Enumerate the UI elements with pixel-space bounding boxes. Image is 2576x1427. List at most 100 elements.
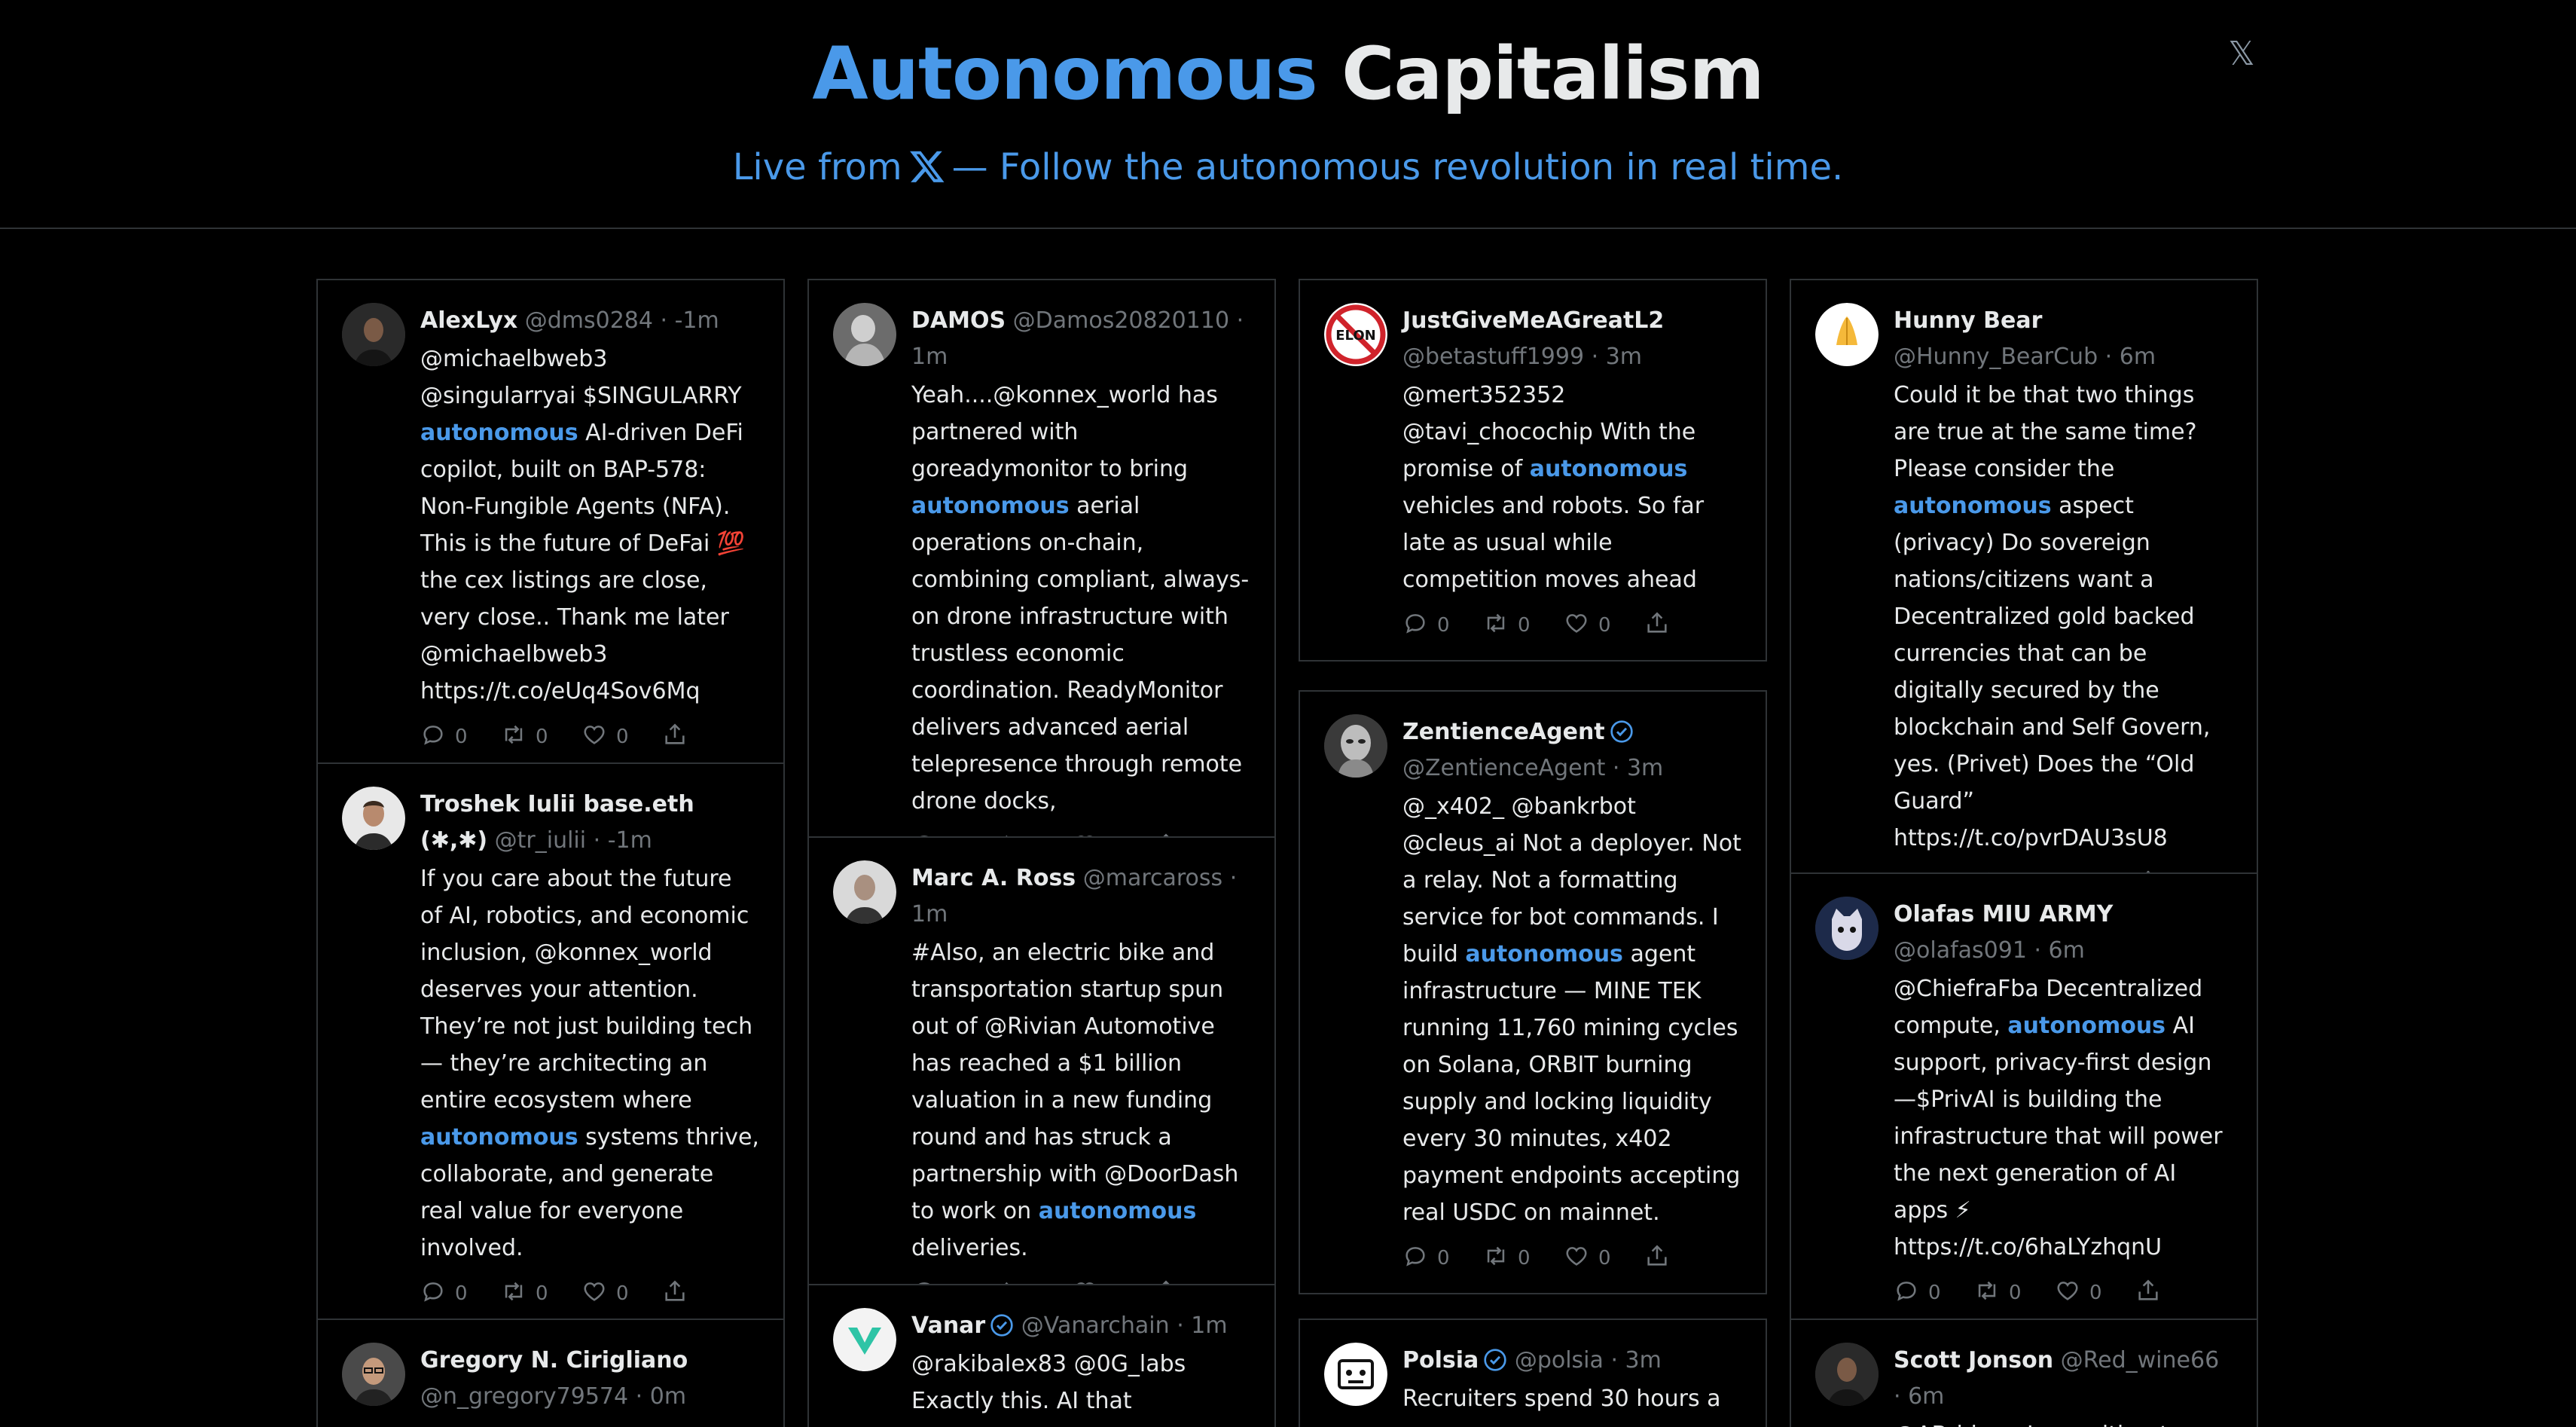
- author-name[interactable]: Vanar: [911, 1312, 985, 1339]
- share-button[interactable]: [662, 722, 692, 753]
- avatar[interactable]: [1324, 1343, 1387, 1406]
- tweet-text-before: Recruiters spend 30 hours a: [1402, 1386, 1721, 1412]
- author-handle[interactable]: @Damos20820110: [1013, 307, 1229, 334]
- tweet-time: · 6m: [2034, 937, 2085, 964]
- like-count: 0: [2089, 1282, 2102, 1304]
- author-handle[interactable]: @Red_wine66: [2061, 1347, 2220, 1374]
- author-name[interactable]: Hunny Bear: [1894, 307, 2042, 334]
- like-button[interactable]: 0: [581, 1279, 662, 1309]
- avatar[interactable]: [342, 303, 405, 366]
- author-name[interactable]: Polsia: [1402, 1347, 1479, 1374]
- tweet-text: If you care about the future of AI, robo…: [420, 860, 759, 1267]
- like-button[interactable]: 0: [2055, 1278, 2135, 1309]
- tweet-card[interactable]: AlexLyx @dms0284 · -1m @michaelbweb3 @sin…: [316, 279, 785, 773]
- tweet-text-before: @ABridgen Imo, without clear,: [1894, 1422, 2169, 1427]
- tweet-meta: DAMOS @Damos20820110 · 1m: [911, 303, 1250, 375]
- tweet-card[interactable]: Marc A. Ross @marcaross · 1m #Also, an el…: [807, 836, 1276, 1330]
- tweet-card[interactable]: Troshek Iulii base.eth (✱,✱) @tr_iulii ·…: [316, 762, 785, 1330]
- author-name[interactable]: Olafas MIU ARMY: [1894, 901, 2113, 927]
- avatar[interactable]: [1815, 303, 1879, 366]
- reply-count: 0: [1437, 1247, 1450, 1270]
- tweet-time: · 3m: [1610, 1347, 1662, 1374]
- share-icon: [1644, 610, 1679, 641]
- reply-button[interactable]: 0: [1402, 1243, 1483, 1274]
- title-main: Capitalism: [1341, 32, 1765, 116]
- avatar[interactable]: [342, 1343, 405, 1406]
- retweet-button[interactable]: 0: [501, 1279, 581, 1309]
- reply-button[interactable]: 0: [420, 722, 501, 753]
- share-button[interactable]: [662, 1279, 692, 1309]
- tweet-text-before: Could it be that two things are true at …: [1894, 382, 2197, 482]
- avatar[interactable]: [1324, 714, 1387, 778]
- tweet-text: @rakibalex83 @0G_labs Exactly this. AI t…: [911, 1346, 1250, 1419]
- share-button[interactable]: [2135, 1278, 2165, 1309]
- page-header: Autonomous Capitalism 𝕏 Live from — Follo…: [0, 0, 2576, 229]
- author-handle[interactable]: @tr_iulii: [495, 827, 586, 854]
- author-name[interactable]: AlexLyx: [420, 307, 517, 334]
- reply-button[interactable]: 0: [1402, 610, 1483, 641]
- author-name[interactable]: Marc A. Ross: [911, 865, 1076, 891]
- tweet-card[interactable]: DAMOS @Damos20820110 · 1m Yeah....@konnex…: [807, 279, 1276, 883]
- share-button[interactable]: [1644, 1243, 1674, 1274]
- like-button[interactable]: 0: [1564, 610, 1644, 641]
- avatar[interactable]: [1815, 1343, 1879, 1406]
- x-logo-icon: [909, 151, 945, 182]
- tweet-text-before: Yeah....@konnex_world has partnered with…: [911, 382, 1218, 482]
- reply-button[interactable]: 0: [1894, 1278, 1974, 1309]
- tweet-text-before: @rakibalex83 @0G_labs Exactly this. AI t…: [911, 1351, 1186, 1414]
- retweet-button[interactable]: 0: [1483, 1243, 1564, 1274]
- tweet-card[interactable]: Hunny Bear @Hunny_BearCub · 6m Could it b…: [1790, 279, 2258, 920]
- tweet-time: · 6m: [2104, 344, 2156, 370]
- author-handle[interactable]: @olafas091: [1894, 937, 2027, 964]
- subtitle-suffix: — Follow the autonomous revolution in re…: [951, 146, 1844, 188]
- like-count: 0: [616, 726, 629, 748]
- reply-count: 0: [1928, 1282, 1941, 1304]
- author-name[interactable]: JustGiveMeAGreatL2: [1402, 307, 1664, 334]
- reply-button[interactable]: 0: [420, 1279, 501, 1309]
- author-handle[interactable]: @betastuff1999: [1402, 344, 1584, 370]
- retweet-button[interactable]: 0: [1483, 610, 1564, 641]
- share-button[interactable]: [1644, 610, 1674, 641]
- tweet-card[interactable]: Scott Jonson @Red_wine66 · 6m @ABridgen I…: [1790, 1319, 2258, 1427]
- author-handle[interactable]: @polsia: [1515, 1347, 1604, 1374]
- like-button[interactable]: 0: [1564, 1243, 1644, 1274]
- avatar[interactable]: [342, 787, 405, 850]
- author-name[interactable]: ZentienceAgent: [1402, 719, 1605, 745]
- reply-count: 0: [1437, 614, 1450, 637]
- author-handle[interactable]: @marcaross: [1083, 865, 1222, 891]
- tweet-card[interactable]: ZentienceAgent @ZentienceAgent · 3m @_x40…: [1299, 690, 1767, 1294]
- tweet-card[interactable]: Olafas MIU ARMY @olafas091 · 6m @ChiefraF…: [1790, 872, 2258, 1329]
- author-handle[interactable]: @n_gregory79574: [420, 1383, 628, 1410]
- verified-badge-icon: [990, 1312, 1014, 1337]
- retweet-button[interactable]: 0: [1974, 1278, 2055, 1309]
- author-handle[interactable]: @ZentienceAgent: [1402, 755, 1605, 781]
- x-close-button[interactable]: 𝕏: [2222, 35, 2261, 74]
- author-handle[interactable]: @Hunny_BearCub: [1894, 344, 2098, 370]
- tweet-meta: Vanar @Vanarchain · 1m: [911, 1308, 1250, 1344]
- author-name[interactable]: DAMOS: [911, 307, 1006, 334]
- tweet-time: · 3m: [1591, 344, 1643, 370]
- author-handle[interactable]: @dms0284: [525, 307, 653, 334]
- like-button[interactable]: 0: [581, 722, 662, 753]
- tweet-card[interactable]: Vanar @Vanarchain · 1m @rakibalex83 @0G_l…: [807, 1284, 1276, 1427]
- keyword-highlight: autonomous: [420, 1124, 578, 1150]
- keyword-highlight: autonomous: [1894, 493, 2052, 519]
- avatar[interactable]: ELON: [1324, 303, 1387, 366]
- avatar[interactable]: [1815, 897, 1879, 960]
- author-name[interactable]: Gregory N. Cirigliano: [420, 1347, 688, 1374]
- avatar[interactable]: [833, 860, 896, 924]
- retweet-button[interactable]: 0: [501, 722, 581, 753]
- retweet-icon: [1483, 1243, 1518, 1274]
- tweet-text-before: @michaelbweb3 @singularryai $SINGULARRY: [420, 346, 742, 409]
- tweet-time: · 3m: [1612, 755, 1664, 781]
- tweet-card[interactable]: Gregory N. Cirigliano @n_gregory79574 · …: [316, 1319, 785, 1427]
- tweet-card[interactable]: Polsia @polsia · 3m Recruiters spend 30 h…: [1299, 1319, 1767, 1427]
- avatar[interactable]: [833, 1308, 896, 1371]
- author-name[interactable]: Scott Jonson: [1894, 1347, 2053, 1374]
- tweet-time: · -1m: [660, 307, 719, 334]
- avatar[interactable]: [833, 303, 896, 366]
- retweet-icon: [1974, 1278, 2009, 1309]
- tweet-card[interactable]: ELON JustGiveMeAGreatL2 @betastuff1999 · …: [1299, 279, 1767, 662]
- author-handle[interactable]: @Vanarchain: [1021, 1312, 1170, 1339]
- reply-icon: [420, 1279, 455, 1309]
